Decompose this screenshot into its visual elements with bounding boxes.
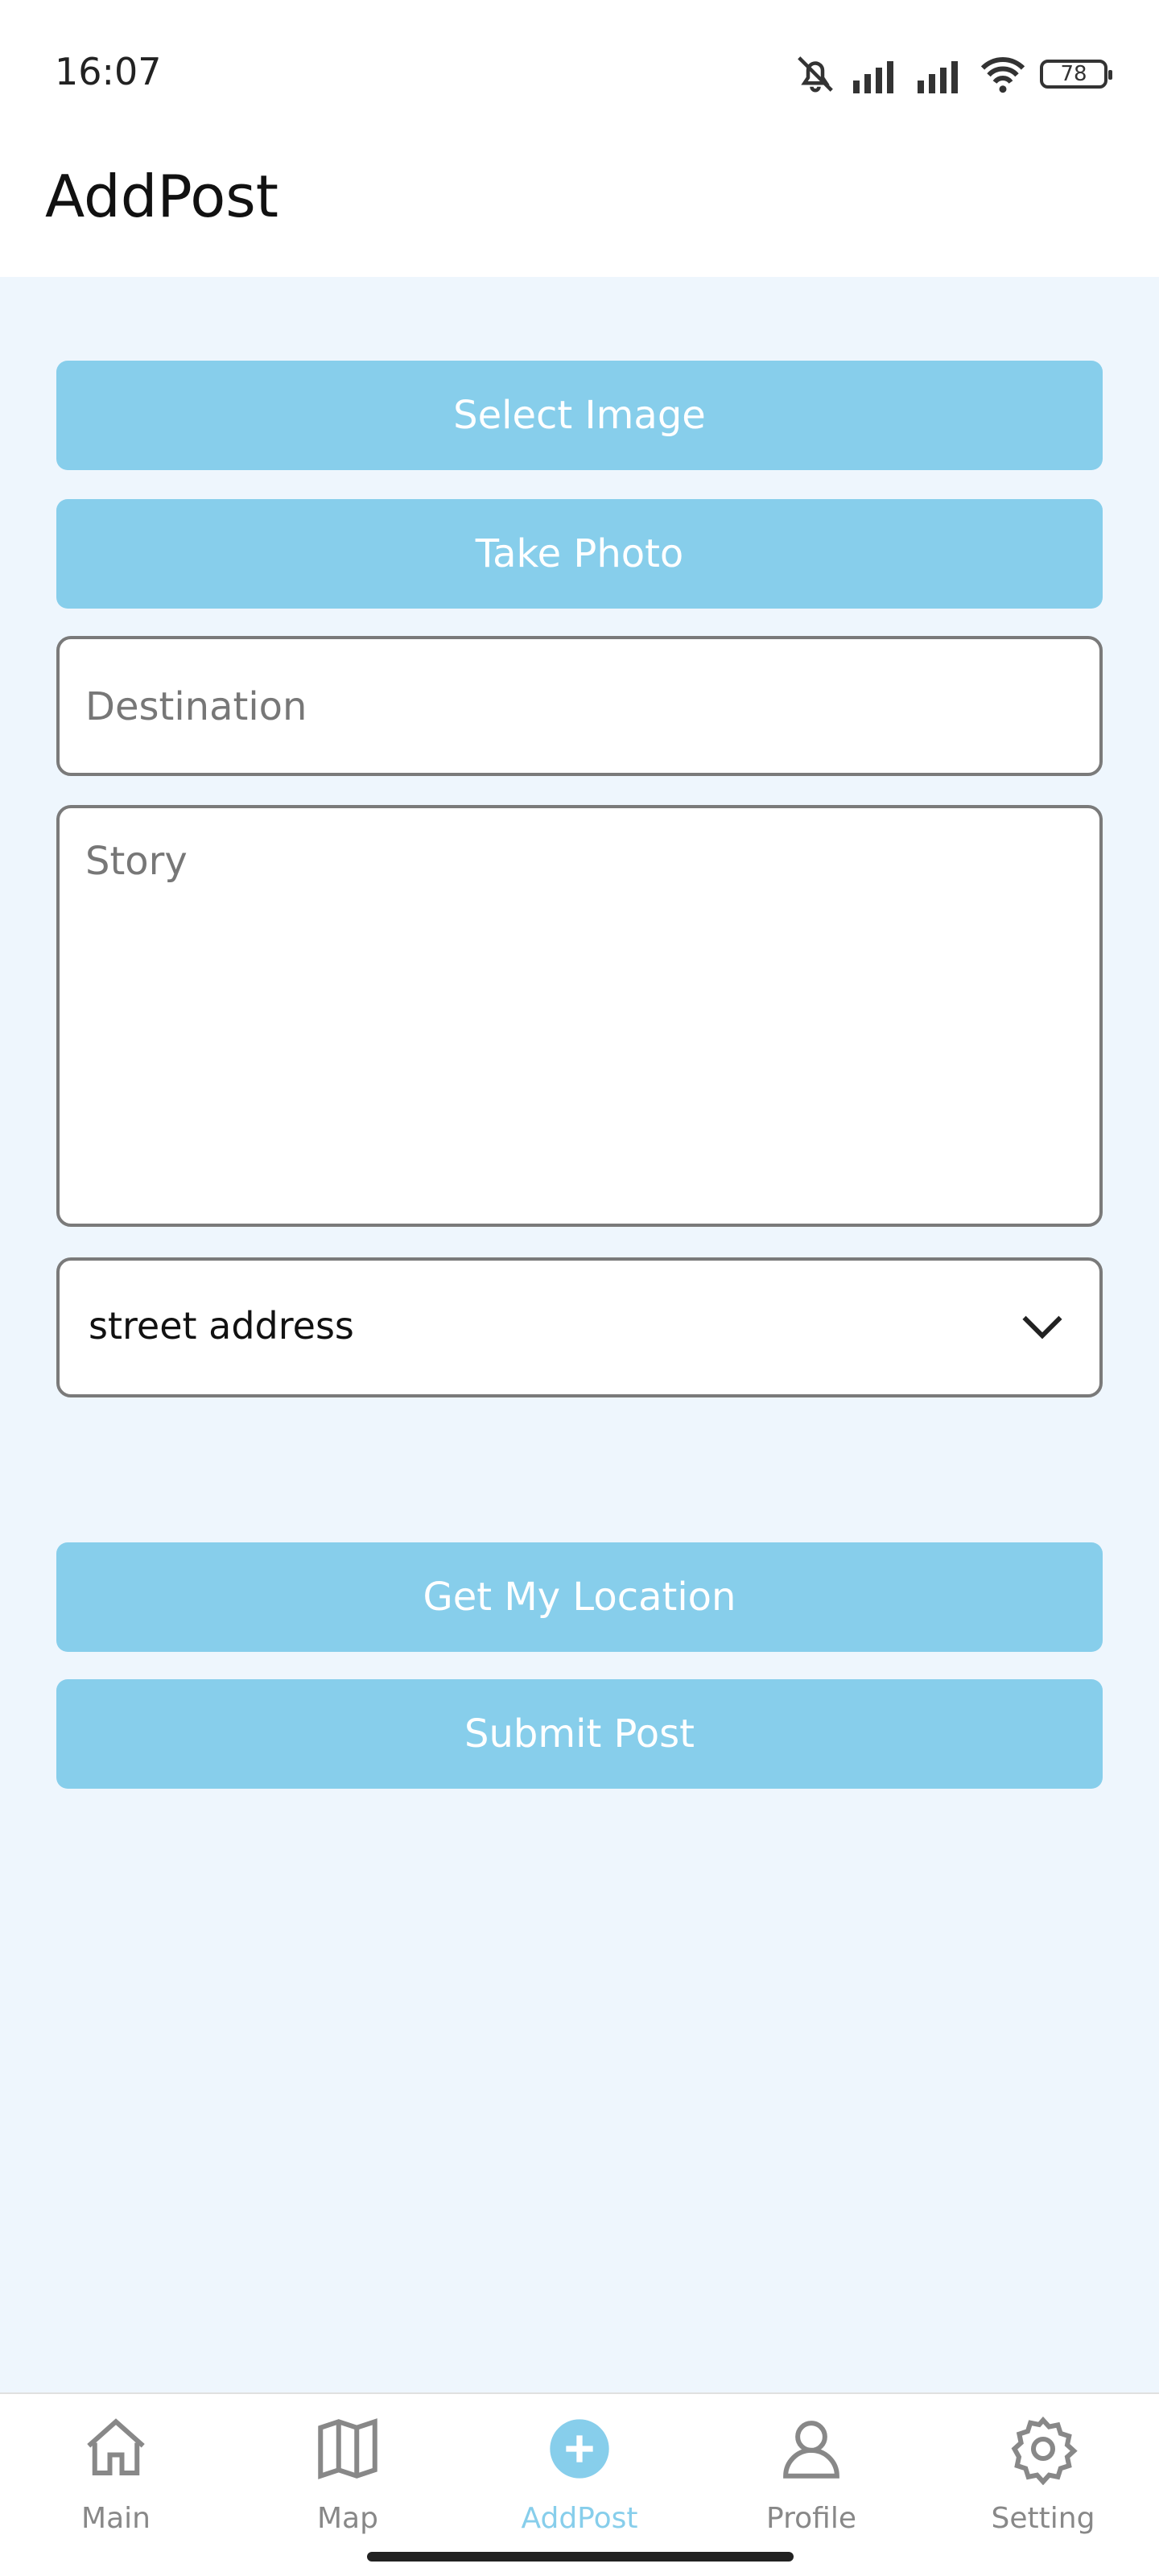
select-image-button[interactable]: Select Image — [56, 361, 1103, 470]
tab-setting[interactable]: Setting — [947, 2410, 1140, 2547]
address-select[interactable]: street address — [56, 1257, 1103, 1397]
tab-addpost[interactable]: AddPost — [483, 2410, 676, 2547]
mute-bell-icon — [794, 52, 837, 96]
tab-addpost-label: AddPost — [521, 2502, 638, 2535]
home-icon — [19, 2410, 212, 2487]
destination-field[interactable]: Destination — [56, 636, 1103, 776]
tab-map-label: Map — [317, 2502, 378, 2535]
tab-main[interactable]: Main — [19, 2410, 212, 2547]
wifi-icon — [979, 54, 1027, 94]
take-photo-button[interactable]: Take Photo — [56, 499, 1103, 609]
home-indicator[interactable] — [367, 2552, 794, 2562]
status-time: 16:07 — [55, 50, 162, 93]
status-bar: 16:07 78 — [0, 0, 1159, 145]
status-icons: 78 — [794, 50, 1112, 98]
story-placeholder: Story — [85, 839, 188, 884]
signal-icon — [850, 54, 901, 94]
submit-post-button[interactable]: Submit Post — [56, 1679, 1103, 1789]
add-post-icon — [483, 2410, 676, 2487]
address-select-value: street address — [89, 1304, 354, 1348]
tab-main-label: Main — [81, 2502, 151, 2535]
chevron-down-icon — [1021, 1311, 1064, 1346]
tab-map[interactable]: Map — [251, 2410, 444, 2547]
gear-icon — [947, 2410, 1140, 2487]
tab-setting-label: Setting — [991, 2502, 1095, 2535]
battery-icon: 78 — [1040, 60, 1112, 89]
get-location-button[interactable]: Get My Location — [56, 1542, 1103, 1652]
tab-profile-label: Profile — [766, 2502, 856, 2535]
signal-icon-2 — [914, 54, 966, 94]
page-title: AddPost — [45, 163, 279, 230]
profile-icon — [715, 2410, 908, 2487]
destination-placeholder: Destination — [85, 684, 307, 729]
tab-profile[interactable]: Profile — [715, 2410, 908, 2547]
story-textarea[interactable]: Story — [56, 805, 1103, 1227]
bottom-tab-bar: Main Map AddPost Profile Setting — [0, 2392, 1159, 2576]
app-bar: AddPost — [0, 145, 1159, 277]
map-icon — [251, 2410, 444, 2487]
